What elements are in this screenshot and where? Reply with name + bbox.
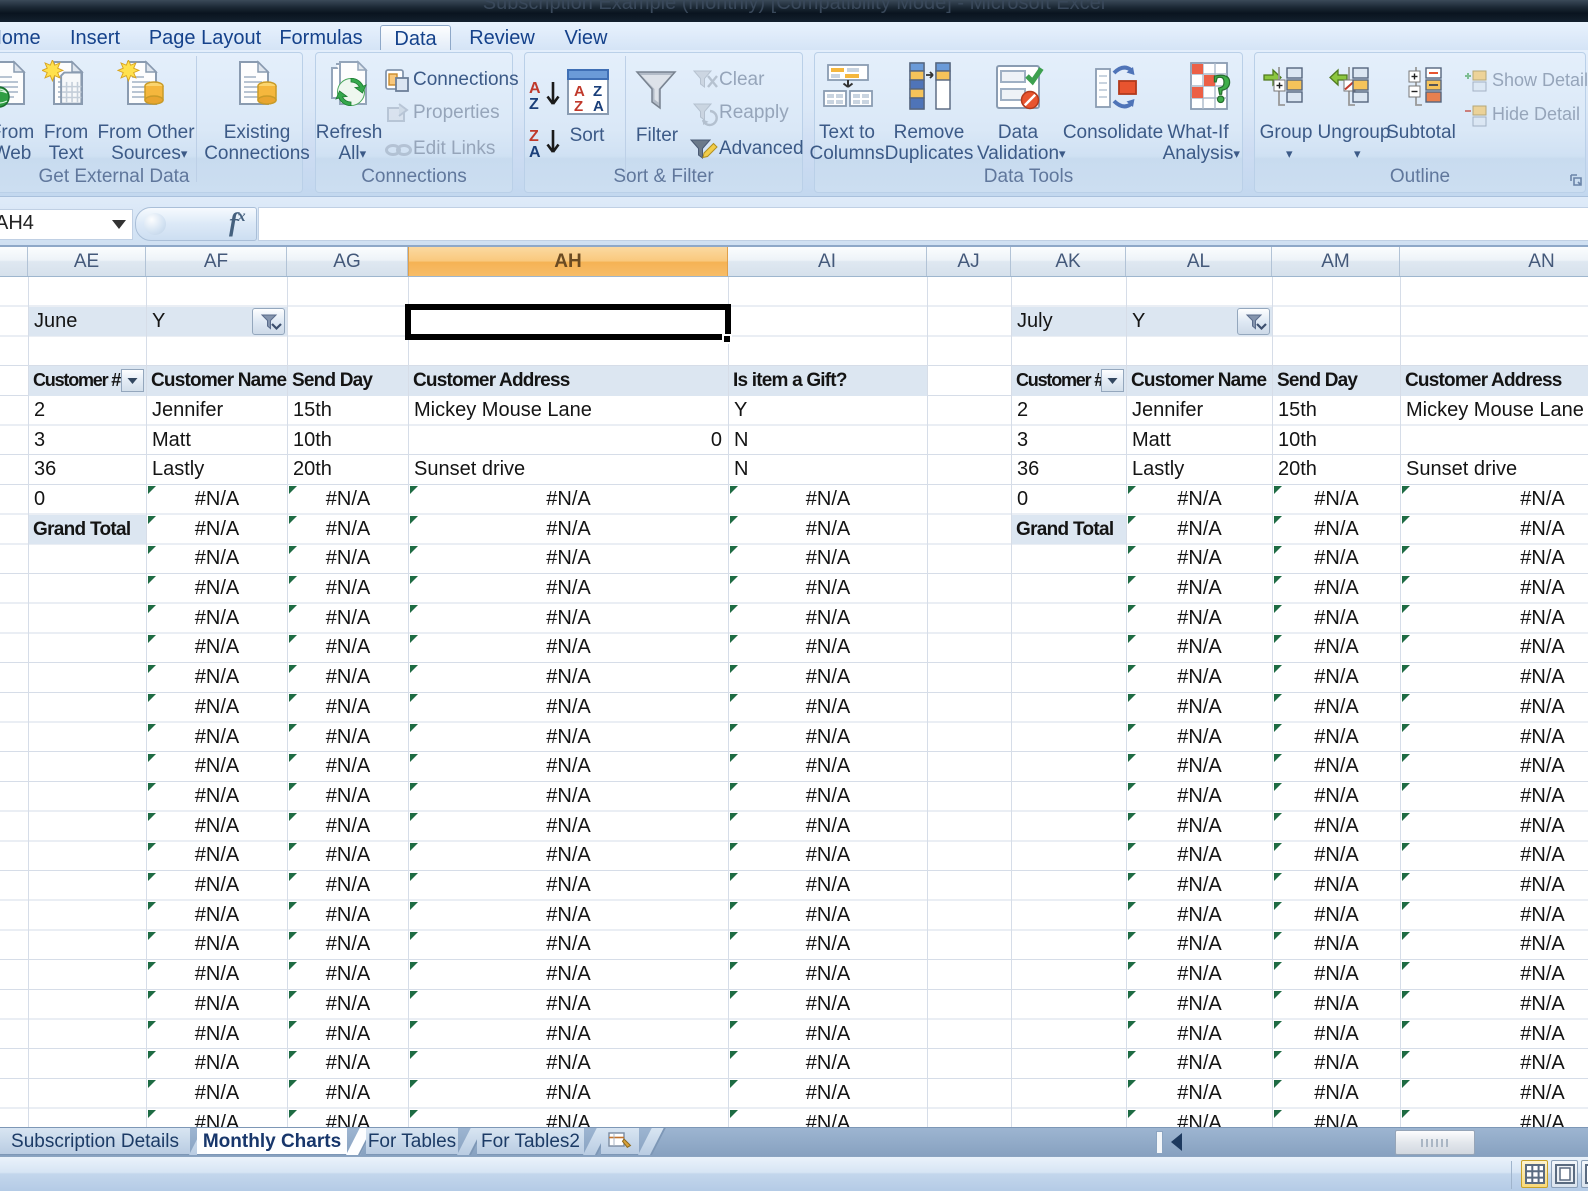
svg-text:?: ? [1212,66,1232,111]
svg-text:A: A [593,98,604,115]
svg-text:Z: Z [529,96,539,112]
svg-text:A: A [529,80,541,97]
svg-text:Z: Z [574,98,583,115]
svg-text:Z: Z [529,128,539,145]
svg-text:A: A [529,144,541,160]
